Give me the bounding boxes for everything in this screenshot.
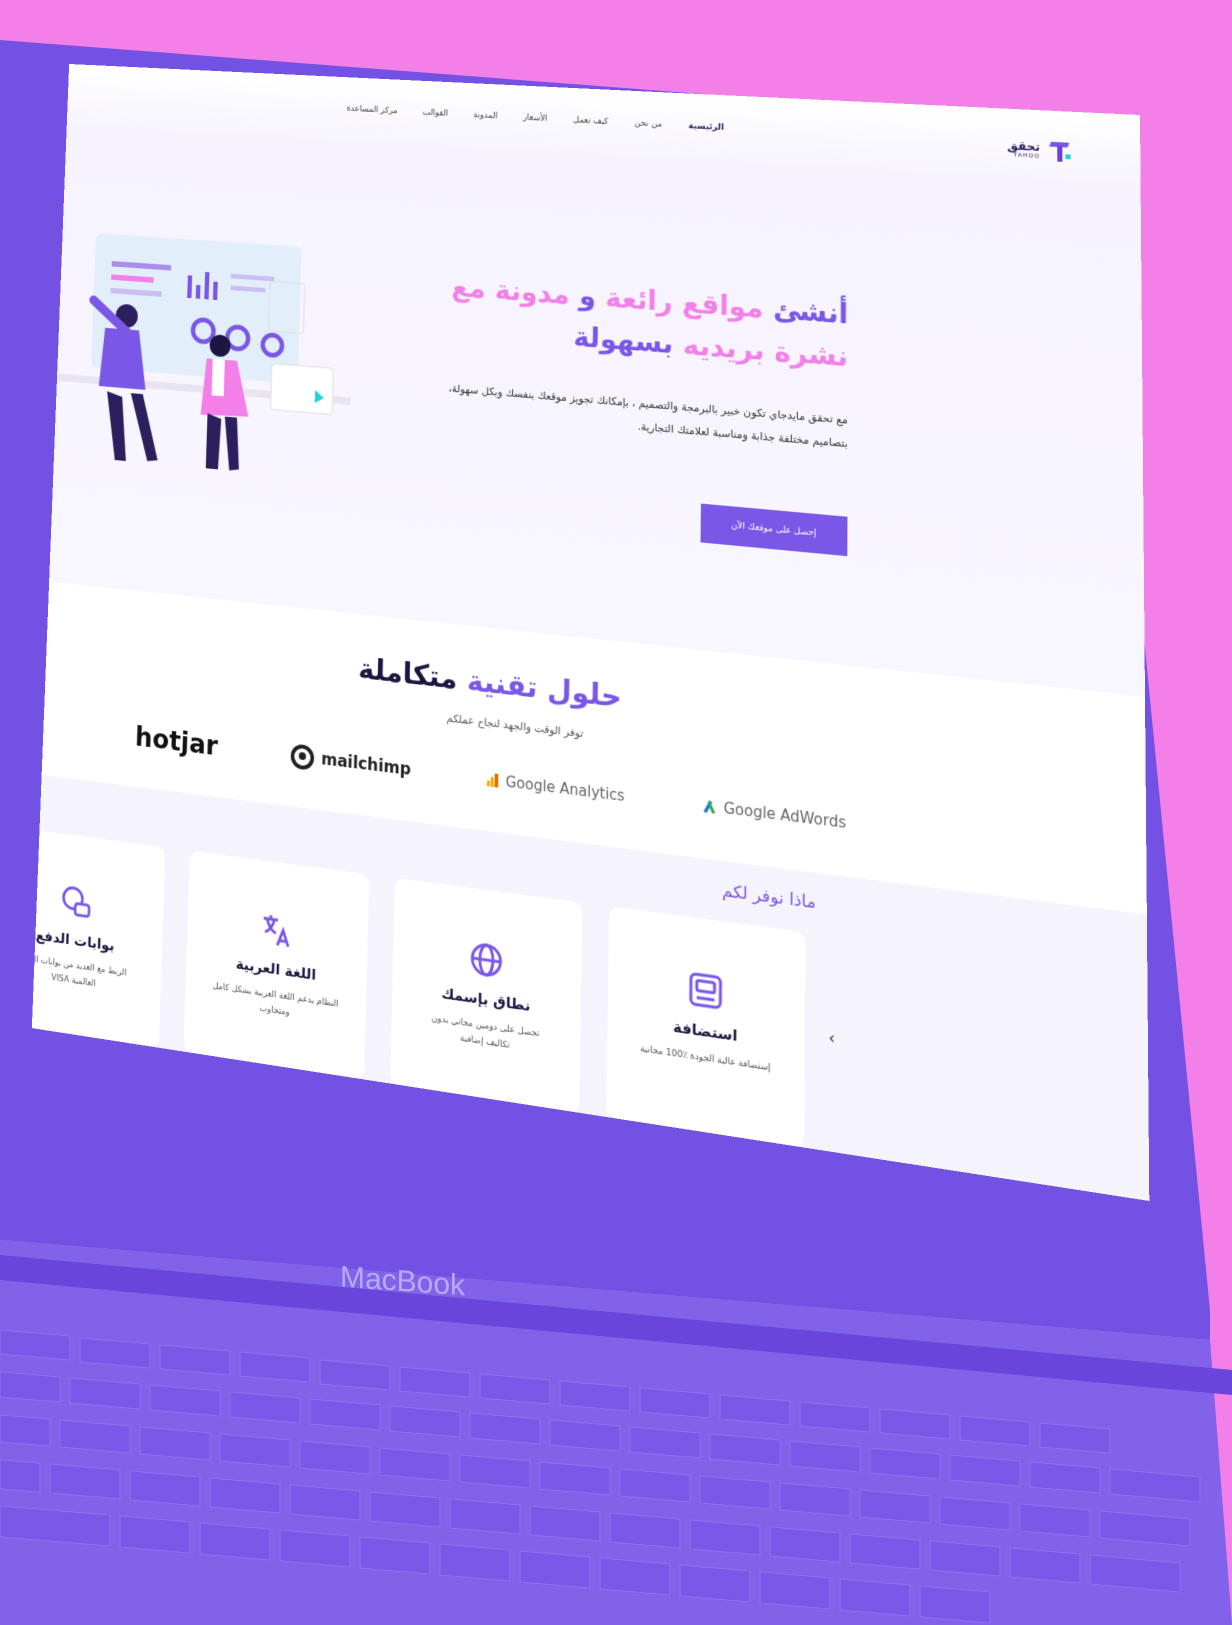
brand-label: mailchimp (320, 749, 412, 780)
hero-title-highlight-2: مدونة مع (451, 270, 570, 311)
integrations-subtitle: توفر الوقت والجهد لنجاح عملكم (446, 711, 584, 740)
service-card[interactable]: نطاق بإسمك تحصل على دومين مجاني بدون تكا… (390, 877, 583, 1113)
services-carousel: استضافة إستضافة عالية الجودة ٪100 مجانية… (31, 824, 806, 1148)
integrations-title: حلول تقنية متكاملة (358, 652, 622, 715)
laptop-scene: MacBook تحقق TAHQQ الرئيسية من نحن كيف ت… (0, 0, 1232, 1625)
brand-google-adwords: Google AdWords (702, 796, 846, 831)
hero-illustration (56, 233, 351, 472)
mailchimp-icon (290, 742, 315, 771)
hero-title-word: أنشئ (773, 292, 849, 331)
carousel-dot[interactable] (428, 1119, 433, 1124)
nav-link-home[interactable]: الرئيسية (688, 122, 724, 133)
carousel-dot-active[interactable] (447, 1122, 453, 1130)
screen-viewport: تحقق TAHQQ الرئيسية من نحن كيف تعمل الأس… (0, 63, 1180, 1295)
nav-link-about[interactable]: من نحن (634, 119, 662, 130)
hero-title-highlight-3: نشرة بريديه (682, 328, 849, 373)
integrations-title-accent: حلول تقنية (466, 663, 623, 715)
carousel-dot[interactable] (400, 1114, 405, 1120)
hero-title-and: و (578, 279, 597, 313)
hosting-icon (685, 967, 727, 1015)
services-title: ماذا نوفر لكم (721, 880, 816, 914)
nav-link-pricing[interactable]: الأسعار (523, 113, 547, 123)
brand-mailchimp: mailchimp (289, 741, 412, 784)
nav-links: الرئيسية من نحن كيف تعمل الأسعار المدونة… (346, 104, 724, 132)
brand-google-analytics: Google Analytics (485, 770, 625, 805)
translate-icon (257, 908, 296, 954)
site-logo[interactable]: تحقق TAHQQ (1007, 138, 1071, 163)
logo-text: تحقق (1007, 138, 1041, 154)
nav-link-help-center[interactable]: مركز المساعدة (346, 104, 397, 116)
payment-icon (58, 880, 96, 925)
hero-title: أنشئ مواقع رائعة و مدونة مع نشرة بريديه … (415, 264, 849, 378)
carousel-dot[interactable] (419, 1117, 423, 1123)
nav-link-blog[interactable]: المدونة (473, 111, 497, 121)
hero-title-highlight: مواقع رائعة (605, 280, 764, 325)
nav-link-templates[interactable]: القوالب (422, 108, 448, 118)
brand-label: Google AdWords (723, 798, 847, 832)
service-card[interactable]: بوابات الدفع الربط مع العديد من بوابات ا… (31, 824, 166, 1048)
brand-label: hotjar (134, 720, 219, 762)
carousel-dot[interactable] (381, 1112, 386, 1117)
service-card-desc: تحصل على دومين مجاني بدون تكاليف إضافية (431, 1013, 540, 1051)
service-card-desc: الربط مع العديد من بوابات الدفع العالمية… (31, 953, 127, 990)
service-card-desc: النظام يدعم اللغة العربية بشكل كامل ومتج… (212, 981, 339, 1019)
service-card[interactable]: اللغة العربية النظام يدعم اللغة العربية … (183, 850, 370, 1080)
carousel-dot[interactable] (437, 1120, 442, 1126)
carousel-dot[interactable] (391, 1113, 395, 1119)
service-card[interactable]: استضافة إستضافة عالية الجودة ٪100 مجانية (606, 906, 806, 1148)
brand-label: Google Analytics (505, 772, 625, 805)
website-screen: تحقق TAHQQ الرئيسية من نحن كيف تعمل الأس… (31, 63, 1150, 1201)
carousel-next-arrow[interactable]: › (829, 1027, 836, 1047)
logo-icon (1046, 140, 1071, 163)
hero-description: مع تحقق مايدجاي تكون خبير بالبرمجة والتص… (448, 382, 848, 451)
carousel-dot[interactable] (409, 1116, 414, 1122)
brand-hotjar: hotjar (135, 721, 219, 762)
hero-cta-button[interactable]: إحصل على موقعك الآن (700, 503, 848, 557)
carousel-dots (381, 1112, 453, 1130)
integrations-title-rest: متكاملة (357, 652, 458, 697)
globe-icon (466, 937, 506, 984)
google-adwords-icon (703, 799, 716, 814)
hero-title-end: بسهولة (573, 320, 674, 360)
google-analytics-icon (486, 773, 499, 788)
nav-link-how-it-works[interactable]: كيف تعمل (573, 116, 608, 127)
